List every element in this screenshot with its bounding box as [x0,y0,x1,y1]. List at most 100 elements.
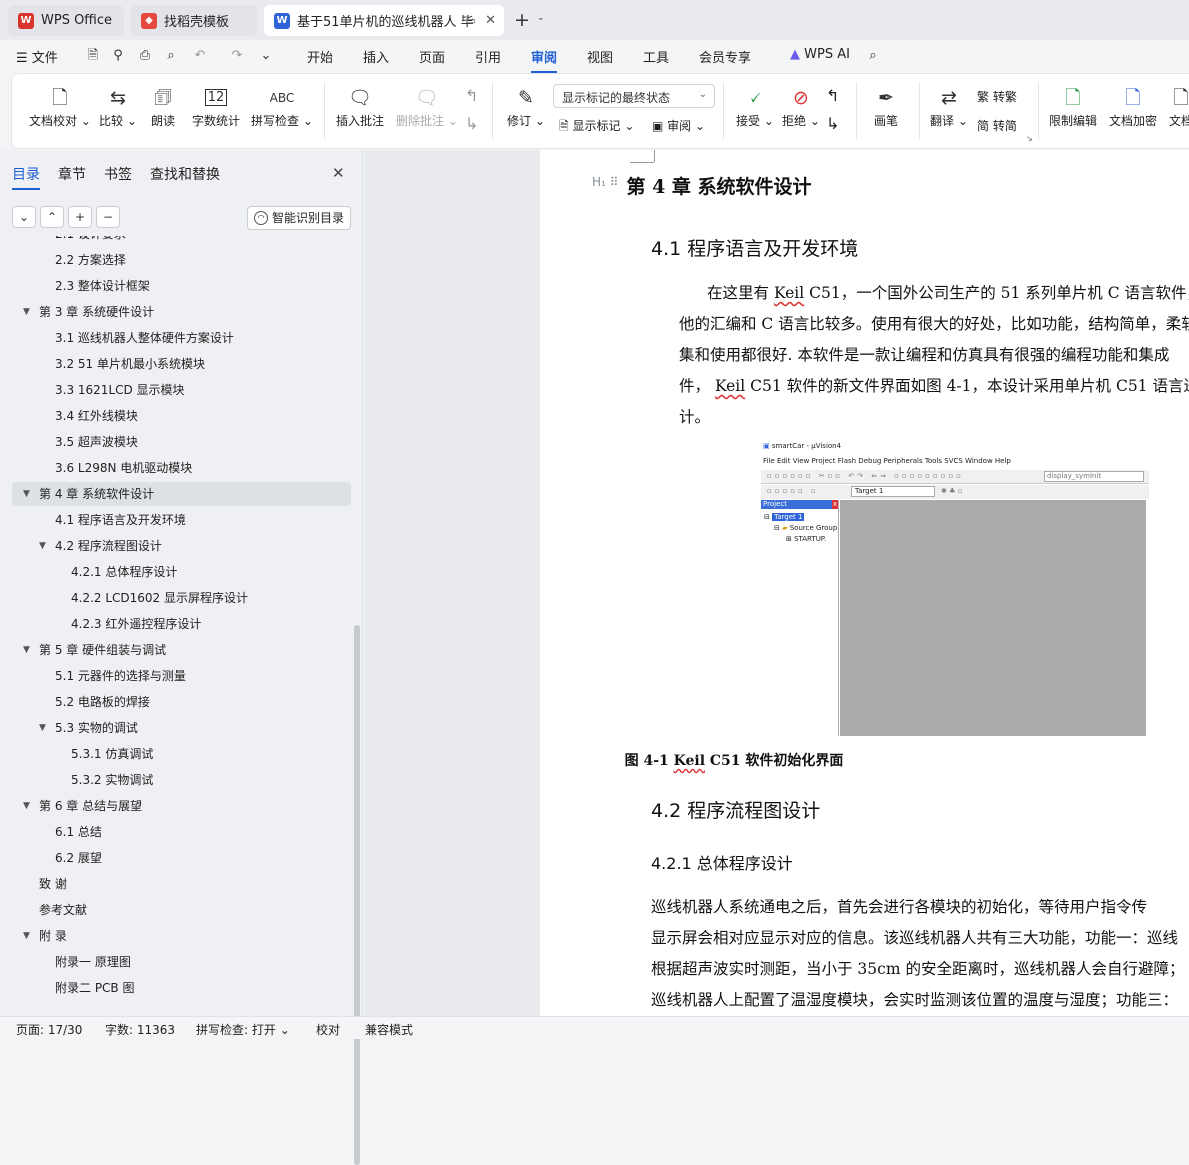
revise-button[interactable]: ✎ 修订 ⌄ [507,84,545,129]
toc-item[interactable]: 3.3 1621LCD 显示模块 [12,378,351,402]
toc-item[interactable]: 4.2.2 LCD1602 显示屏程序设计 [12,586,351,610]
toc-item[interactable]: 附录一 原理图 [12,950,351,974]
tab-toc[interactable]: 目录 [12,164,40,190]
to-traditional-button[interactable]: 繁 转繁 [977,88,1017,105]
expand-arrow-icon[interactable]: ▼ [23,794,30,818]
save-icon[interactable]: 🗎 [85,48,101,64]
page-indicator[interactable]: 页面: 17/30 [16,1021,82,1038]
restrict-edit-button[interactable]: 🗋 限制编辑 [1049,84,1097,129]
toc-item[interactable]: 2.2 方案选择 [12,248,351,272]
previous-comment-icon[interactable]: ↰ [465,86,478,105]
toc-item[interactable]: ▼ 第 5 章 硬件组装与调试 [12,638,351,662]
toc-item[interactable]: 参考文献 [12,898,351,922]
spelling-flagged-word[interactable]: Keil [715,377,745,395]
next-comment-icon[interactable]: ↳ [465,114,478,133]
encrypt-button[interactable]: 🗋 文档加密 [1109,84,1157,129]
toc-item[interactable]: ▼ 第 3 章 系统硬件设计 [12,300,351,324]
show-markup-button[interactable]: 🗎 显示标记 ⌄ [559,117,634,138]
expand-arrow-icon[interactable]: ▼ [23,924,30,948]
toc-item[interactable]: 6.2 展望 [12,846,351,870]
close-icon[interactable]: ✕ [332,164,345,182]
menu-file[interactable]: ☰ 文件 [16,47,58,66]
collapse-all-button[interactable]: ⌄ [12,206,36,228]
undo-icon[interactable]: ↶ [192,48,208,64]
proofread-button[interactable]: 🗋 文档校对 ⌄ [29,84,91,129]
remove-heading-button[interactable]: − [96,206,120,228]
monitor-icon[interactable]: ▭ [466,14,476,27]
tab-bookmarks[interactable]: 书签 [104,164,132,184]
add-heading-button[interactable]: + [68,206,92,228]
accept-button[interactable]: 🗸 接受 ⌄ [736,84,774,129]
spelling-flagged-word[interactable]: Keil [774,284,804,302]
toc-item[interactable]: 2.3 整体设计框架 [12,274,351,298]
toc-item[interactable]: 3.4 红外线模块 [12,404,351,428]
previous-change-icon[interactable]: ↰ [826,86,839,105]
print-preview-icon[interactable]: ⌕ [163,48,179,64]
tab-sections[interactable]: 章节 [58,164,86,184]
expand-arrow-icon[interactable]: ▼ [23,300,30,324]
pen-button[interactable]: ✒ 画笔 [874,84,898,129]
toc-item[interactable]: 5.2 电路板的焊接 [12,690,351,714]
expand-arrow-icon[interactable]: ▼ [39,534,46,558]
toc-item[interactable]: 5.3.2 实物调试 [12,768,351,792]
redo-icon[interactable]: ↷ [229,48,245,64]
toc-item[interactable]: 3.2 51 单片机最小系统模块 [12,352,351,376]
toc-item[interactable]: 3.1 巡线机器人整体硬件方案设计 [12,326,351,350]
toc-scrollbar[interactable] [354,625,360,1165]
tab-active-document[interactable]: W 基于51单片机的巡线机器人 毕 ▭ ✕ [264,5,504,36]
toc-item[interactable]: 5.3.1 仿真调试 [12,742,351,766]
next-change-icon[interactable]: ↳ [826,114,839,133]
toc-item[interactable]: ▼ 5.3 实物的调试 [12,716,351,740]
toc-item[interactable]: 4.2.3 红外遥控程序设计 [12,612,351,636]
menu-references[interactable]: 引用 [475,47,501,66]
toc-item[interactable]: 4.2.1 总体程序设计 [12,560,351,584]
menu-view[interactable]: 视图 [587,47,613,66]
delete-comment-button[interactable]: 🗨 删除批注 ⌄ [396,84,458,129]
search-icon[interactable]: ⌕ [865,48,881,64]
expand-all-button[interactable]: ⌃ [40,206,64,228]
to-simplified-button[interactable]: 简 转简 [977,117,1017,134]
tab-docer-templates[interactable]: ◆ 找稻壳模板 [131,5,257,36]
menu-wps-ai[interactable]: ▲ WPS AI [790,47,850,62]
toc-item[interactable]: 致 谢 [12,872,351,896]
toc-item[interactable]: 2.1 设计要求 [12,236,351,246]
review-pane-button[interactable]: ▣ 审阅 ⌄ [652,117,705,134]
menu-review[interactable]: 审阅 [531,47,558,73]
menu-member[interactable]: 会员专享 [699,47,751,66]
proof-indicator[interactable]: 校对 [316,1021,340,1038]
toc-item[interactable]: 6.1 总结 [12,820,351,844]
doc-more-button[interactable]: 🗋 文档 [1169,84,1189,129]
markup-state-select[interactable]: 显示标记的最终状态 ⌄ [553,84,715,108]
menu-insert[interactable]: 插入 [363,47,389,66]
expand-arrow-icon[interactable]: ▼ [39,716,46,740]
insert-comment-button[interactable]: 🗨 插入批注 [336,84,384,129]
print-icon[interactable]: ⎙ [137,48,153,64]
expand-dialog-icon[interactable]: ↘ [1026,134,1033,143]
toc-item[interactable]: 4.1 程序语言及开发环境 [12,508,351,532]
word-count-indicator[interactable]: 字数: 11363 [105,1021,175,1038]
tab-find-replace[interactable]: 查找和替换 [150,164,220,184]
new-tab-plus-icon[interactable]: + [514,9,530,31]
smart-toc-button[interactable]: ◠ 智能识别目录 [247,206,351,230]
close-tab-icon[interactable]: ✕ [485,13,496,28]
expand-arrow-icon[interactable]: ▼ [23,638,30,662]
toc-item[interactable]: ▼ 附 录 [12,924,351,948]
translate-button[interactable]: ⇄ 翻译 ⌄ [930,84,968,129]
read-aloud-button[interactable]: 🗊 朗读 [151,84,175,129]
word-count-button[interactable]: 12 字数统计 [192,84,240,129]
toc-item[interactable]: 附录二 PCB 图 [12,976,351,1000]
toc-item[interactable]: 5.1 元器件的选择与测量 [12,664,351,688]
menu-tools[interactable]: 工具 [643,47,669,66]
toc-item[interactable]: ▼ 4.2 程序流程图设计 [12,534,351,558]
reject-button[interactable]: ⊘ 拒绝 ⌄ [782,84,820,129]
spell-check-indicator[interactable]: 拼写检查: 打开 ⌄ [196,1021,290,1038]
spell-check-button[interactable]: ABC 拼写检查 ⌄ [251,84,313,129]
menu-home[interactable]: 开始 [307,47,333,66]
toc-item[interactable]: 3.6 L298N 电机驱动模块 [12,456,351,480]
tab-wps-office[interactable]: W WPS Office [8,5,124,36]
toc-item[interactable]: 3.5 超声波模块 [12,430,351,454]
compare-button[interactable]: ⇆ 比较 ⌄ [99,84,137,129]
share-icon[interactable]: ⚲ [110,48,126,64]
chevron-down-icon[interactable]: ⌄ [537,13,545,23]
menu-layout[interactable]: 页面 [419,47,445,66]
